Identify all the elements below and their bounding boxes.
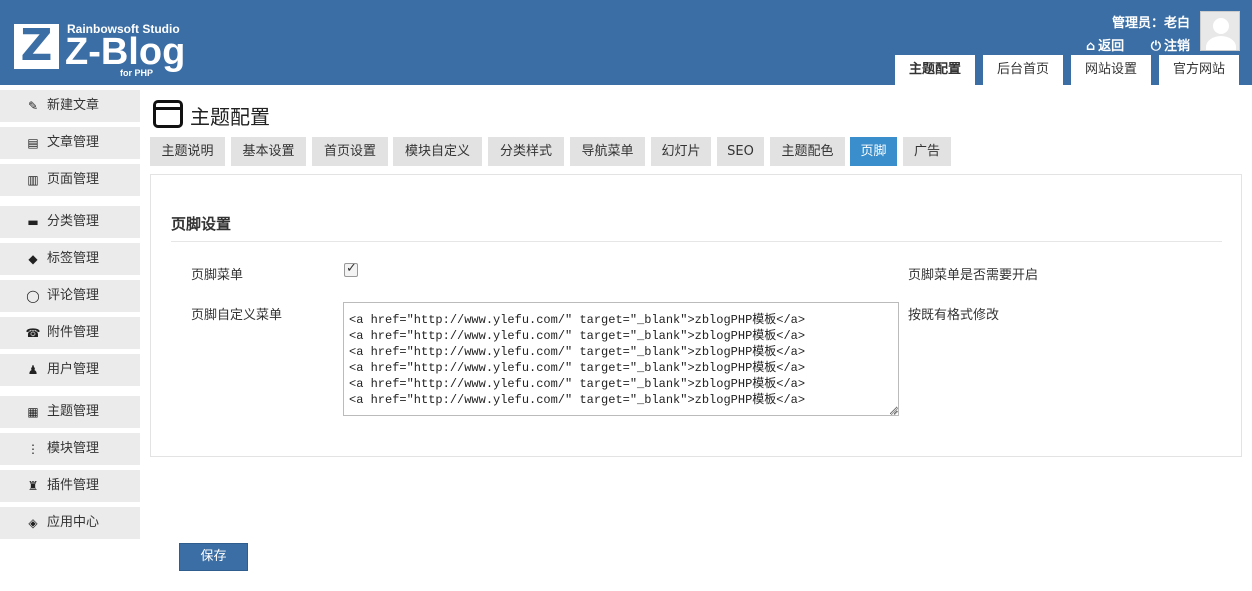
sidebar-item-modules[interactable]: ⋮ 模块管理: [0, 433, 140, 465]
custom-menu-label: 页脚自定义菜单: [191, 308, 283, 323]
sidebar-item-label: 附件管理: [47, 325, 100, 340]
home-icon: ⌂: [1085, 39, 1096, 54]
tag-icon: ◆: [28, 252, 38, 266]
tab-ads[interactable]: 广告: [903, 137, 951, 166]
page-icon: ▥: [27, 173, 39, 187]
custom-menu-textarea[interactable]: <a href="http://www.ylefu.com/" target="…: [343, 302, 899, 416]
admin-label: 管理员：老白: [1111, 16, 1190, 31]
save-button[interactable]: 保存: [179, 543, 248, 571]
custom-menu-desc: 按既有格式修改: [908, 308, 1000, 323]
edit-icon: ✎: [27, 99, 39, 113]
sidebar-item-label: 用户管理: [47, 362, 100, 377]
avatar[interactable]: [1200, 11, 1240, 51]
page-title: 主题配置: [190, 105, 270, 129]
resize-grip-icon[interactable]: [890, 407, 898, 415]
sidebar-item-label: 应用中心: [47, 515, 100, 530]
sidebar-item-label: 分类管理: [47, 214, 100, 229]
sidebar-item-label: 标签管理: [47, 251, 100, 266]
logo-sub-text: for PHP: [120, 68, 154, 78]
sidebar-item-app-center[interactable]: ◈ 应用中心: [0, 507, 140, 539]
sidebar-item-new-post[interactable]: ✎ 新建文章: [0, 90, 140, 122]
plugin-icon: ♜: [27, 479, 39, 493]
avatar-head: [1213, 18, 1229, 34]
logout-label: 注销: [1163, 39, 1190, 54]
sidebar-item-categories[interactable]: ▬ 分类管理: [0, 206, 140, 238]
sidebar-item-themes[interactable]: ▦ 主题管理: [0, 396, 140, 428]
tab-seo[interactable]: SEO: [717, 137, 764, 166]
power-icon: ⏻: [1150, 39, 1161, 54]
sidebar-item-plugins[interactable]: ♜ 插件管理: [0, 470, 140, 502]
sidebar-item-label: 文章管理: [47, 135, 100, 150]
zblog-logo[interactable]: Z Rainbowsoft Studio Z-Blog for PHP: [14, 22, 194, 82]
sidebar-item-tags[interactable]: ◆ 标签管理: [0, 243, 140, 275]
tab-theme-colors[interactable]: 主题配色: [770, 137, 845, 166]
sidebar-item-label: 插件管理: [47, 478, 100, 493]
window-icon: [153, 100, 183, 128]
sidebar-item-posts[interactable]: ▤ 文章管理: [0, 127, 140, 159]
tab-nav-menu[interactable]: 导航菜单: [570, 137, 645, 166]
sidebar-item-label: 新建文章: [47, 98, 100, 113]
tab-basic-settings[interactable]: 基本设置: [231, 137, 306, 166]
theme-icon: ▦: [27, 405, 39, 419]
tab-home-settings[interactable]: 首页设置: [312, 137, 388, 166]
sidebar-item-label: 评论管理: [47, 288, 100, 303]
sidebar-item-label: 模块管理: [47, 441, 100, 456]
back-link[interactable]: ⌂ 返回: [1086, 35, 1124, 54]
tab-category-styles[interactable]: 分类样式: [488, 137, 564, 166]
document-icon: ▤: [27, 136, 39, 150]
sidebar-item-label: 主题管理: [47, 404, 100, 419]
tab-theme-info[interactable]: 主题说明: [150, 137, 225, 166]
attachment-icon: ☎: [25, 326, 41, 340]
user-area: 管理员：老白 ⌂ 返回 ⏻ 注销: [1064, 12, 1190, 54]
header-bar: Z Rainbowsoft Studio Z-Blog for PHP 管理员：…: [0, 0, 1252, 85]
sidebar-item-comments[interactable]: ◯ 评论管理: [0, 280, 140, 312]
section-divider: [171, 241, 1222, 242]
section-title: 页脚设置: [171, 215, 232, 233]
footer-menu-desc: 页脚菜单是否需要开启: [908, 268, 1039, 283]
sidebar-item-label: 页面管理: [47, 172, 100, 187]
folder-icon: ▬: [27, 215, 39, 229]
top-tab-site-settings[interactable]: 网站设置: [1070, 55, 1151, 85]
top-tab-theme-config[interactable]: 主题配置: [894, 55, 975, 85]
sidebar-item-pages[interactable]: ▥ 页面管理: [0, 164, 140, 196]
avatar-body: [1206, 36, 1236, 50]
top-tab-official-site[interactable]: 官方网站: [1158, 55, 1239, 85]
module-icon: ⋮: [27, 442, 39, 456]
footer-menu-checkbox[interactable]: [344, 261, 358, 277]
footer-menu-label: 页脚菜单: [191, 268, 244, 283]
logout-link[interactable]: ⏻ 注销: [1151, 35, 1190, 54]
logo-name-text: Z-Blog: [65, 31, 186, 73]
top-nav-tabs: 主题配置 后台首页 网站设置 官方网站: [887, 55, 1239, 85]
comment-icon: ◯: [26, 289, 40, 303]
user-icon: ♟: [27, 363, 39, 377]
tab-footer[interactable]: 页脚: [850, 137, 897, 166]
top-tab-admin-home[interactable]: 后台首页: [982, 55, 1063, 85]
back-label: 返回: [1098, 39, 1125, 54]
sidebar-item-attachments[interactable]: ☎ 附件管理: [0, 317, 140, 349]
user-links: ⌂ 返回 ⏻ 注销: [1064, 35, 1190, 54]
tab-custom-modules[interactable]: 模块自定义: [393, 137, 482, 166]
footer-settings-panel: 页脚设置 页脚菜单 页脚菜单是否需要开启 页脚自定义菜单 <a href="ht…: [150, 174, 1242, 457]
tab-slideshow[interactable]: 幻灯片: [651, 137, 711, 166]
sidebar-item-users[interactable]: ♟ 用户管理: [0, 354, 140, 386]
app-center-icon: ◈: [28, 516, 38, 530]
z-logo-icon: Z: [14, 22, 59, 70]
